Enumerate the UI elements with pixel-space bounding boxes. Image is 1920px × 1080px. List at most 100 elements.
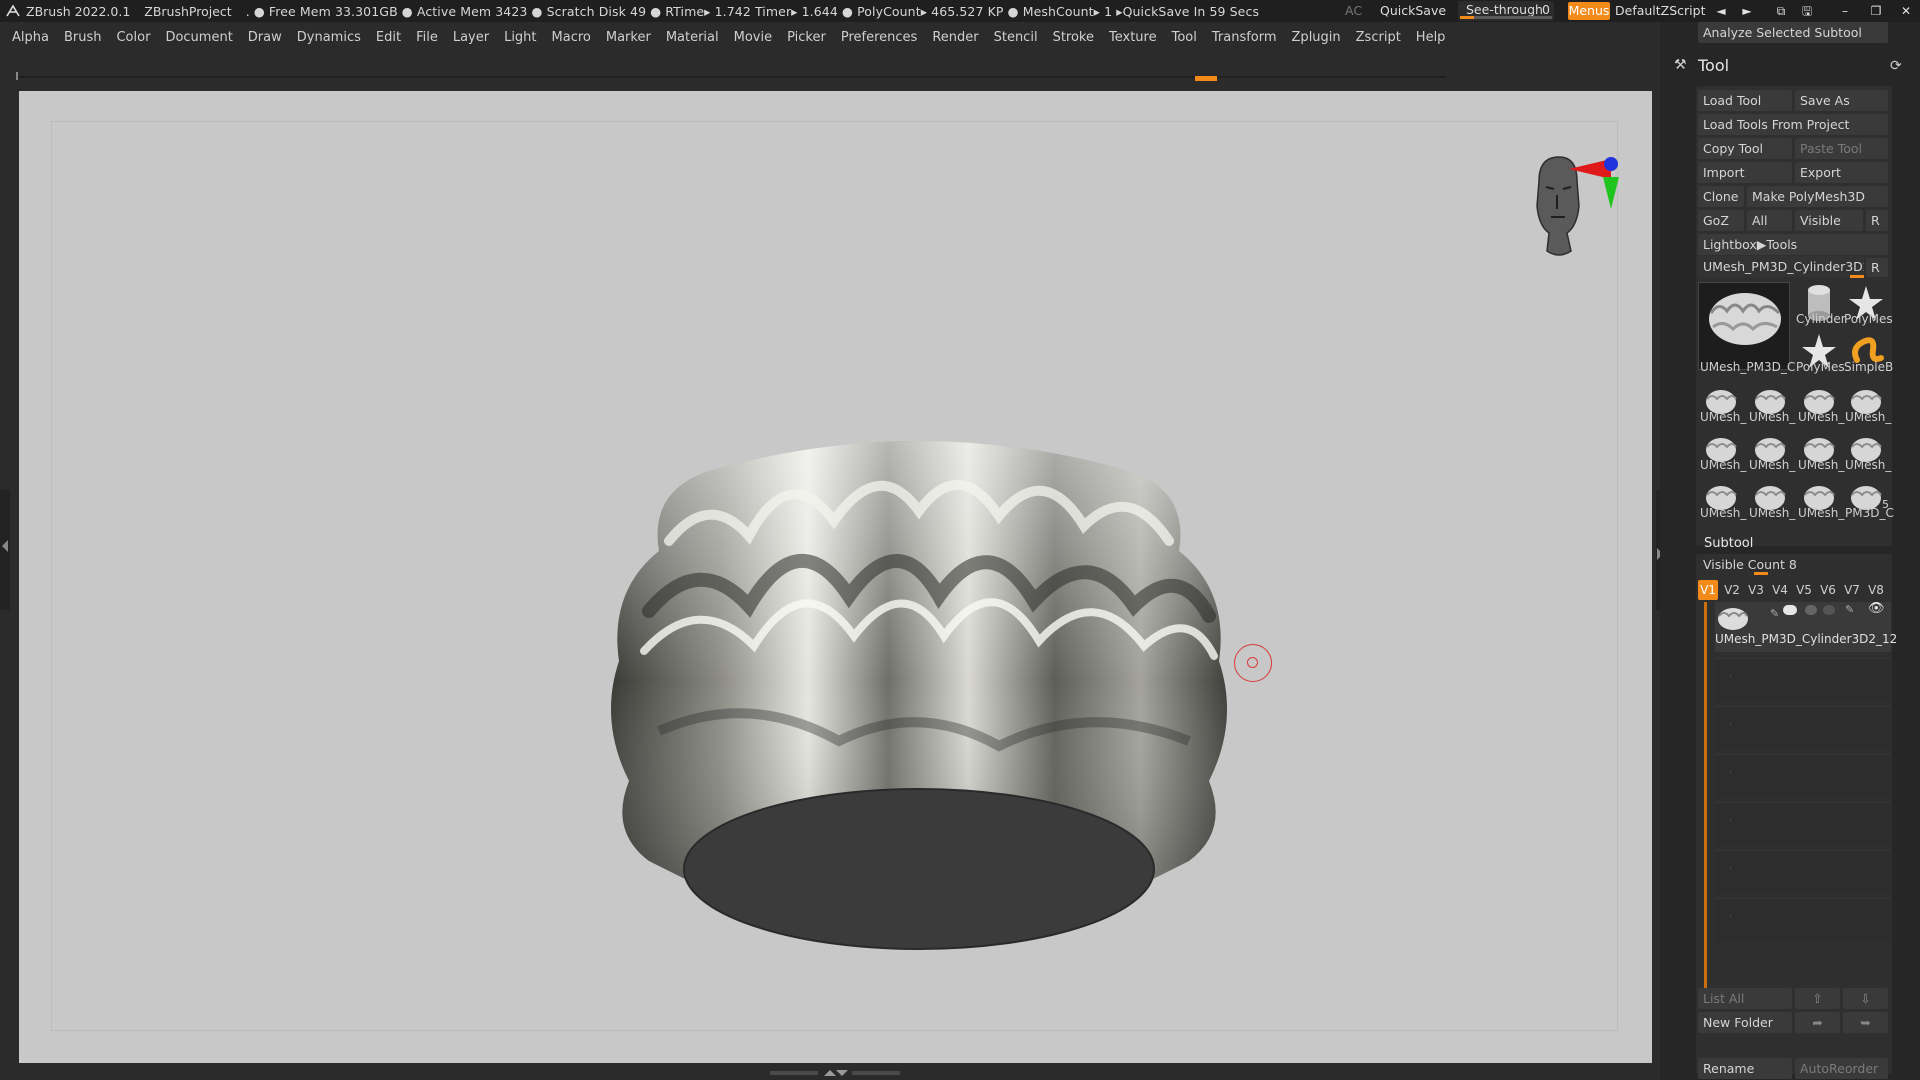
clone-button[interactable]: Clone bbox=[1698, 186, 1744, 207]
menu-movie[interactable]: Movie bbox=[734, 30, 772, 45]
menu-dynamics[interactable]: Dynamics bbox=[297, 30, 361, 45]
rename-button[interactable]: Rename bbox=[1698, 1058, 1792, 1079]
move-down-icon[interactable]: ⇩ bbox=[1843, 988, 1888, 1009]
paste-tool-button[interactable]: Paste Tool bbox=[1795, 138, 1888, 159]
menu-document[interactable]: Document bbox=[165, 30, 232, 45]
menus-toggle-button[interactable]: Menus bbox=[1568, 2, 1610, 20]
menu-help[interactable]: Help bbox=[1416, 30, 1446, 45]
tray-down-arrow-icon[interactable] bbox=[836, 1070, 848, 1076]
menu-preferences[interactable]: Preferences bbox=[841, 30, 917, 45]
lightbox-tools-button[interactable]: Lightbox▶Tools bbox=[1698, 234, 1888, 255]
navigation-gizmo[interactable] bbox=[1519, 151, 1619, 261]
menu-color[interactable]: Color bbox=[116, 30, 150, 45]
menu-picker[interactable]: Picker bbox=[787, 30, 826, 45]
3d-model-mesh[interactable] bbox=[589, 361, 1249, 971]
subtool-item[interactable]: ✎ ✎ 👁 UMesh_PM3D_Cylinder3D2_12 bbox=[1715, 601, 1897, 652]
menu-zplugin[interactable]: Zplugin bbox=[1292, 30, 1341, 45]
version-v6-button[interactable]: V6 bbox=[1818, 580, 1838, 600]
subtool-folder-icon[interactable]: ✎ bbox=[1845, 603, 1854, 616]
refresh-icon[interactable]: ⟳ bbox=[1890, 58, 1902, 74]
tool-label: SimpleB bbox=[1844, 360, 1894, 374]
menu-draw[interactable]: Draw bbox=[248, 30, 282, 45]
see-through-slider[interactable]: See-through 0 bbox=[1458, 1, 1554, 21]
version-v7-button[interactable]: V7 bbox=[1842, 580, 1862, 600]
version-v5-button[interactable]: V5 bbox=[1794, 580, 1814, 600]
subtool-scrollbar[interactable] bbox=[1704, 602, 1707, 1002]
move-up-icon[interactable]: ⇧ bbox=[1795, 988, 1840, 1009]
menu-stroke[interactable]: Stroke bbox=[1053, 30, 1094, 45]
copy-tool-button[interactable]: Copy Tool bbox=[1698, 138, 1792, 159]
load-tools-from-project-button[interactable]: Load Tools From Project bbox=[1698, 114, 1888, 135]
tool-label: UMesh_ bbox=[1700, 458, 1747, 472]
save-layout-icon[interactable]: 🖫 bbox=[1796, 0, 1818, 22]
subtool-toggle-icon[interactable] bbox=[1783, 605, 1797, 615]
goz-all-button[interactable]: All bbox=[1747, 210, 1792, 231]
visible-count-slider[interactable]: Visible Count 8 bbox=[1698, 554, 1888, 575]
subtool-slot: . bbox=[1715, 802, 1891, 846]
menu-file[interactable]: File bbox=[416, 30, 438, 45]
zbrush-logo-icon[interactable] bbox=[3, 1, 23, 21]
menu-transform[interactable]: Transform bbox=[1212, 30, 1277, 45]
menu-render[interactable]: Render bbox=[932, 30, 978, 45]
close-icon[interactable]: ✕ bbox=[1895, 0, 1917, 22]
version-v3-button[interactable]: V3 bbox=[1746, 580, 1766, 600]
arrow-right-down-icon[interactable]: ➥ bbox=[1843, 1012, 1888, 1033]
active-tool-thumbnail[interactable] bbox=[1698, 282, 1790, 370]
subtool-title[interactable]: Subtool bbox=[1704, 536, 1753, 551]
menu-tool[interactable]: Tool bbox=[1172, 30, 1197, 45]
menu-material[interactable]: Material bbox=[666, 30, 719, 45]
new-folder-button[interactable]: New Folder bbox=[1698, 1012, 1792, 1033]
version-v1-button[interactable]: V1 bbox=[1698, 580, 1718, 600]
save-as-button[interactable]: Save As bbox=[1795, 90, 1888, 111]
list-all-button[interactable]: List All bbox=[1698, 988, 1792, 1009]
arrow-right-up-icon[interactable]: ➦ bbox=[1795, 1012, 1840, 1033]
subtool-dynamic-icon[interactable] bbox=[1805, 605, 1817, 615]
version-v4-button[interactable]: V4 bbox=[1770, 580, 1790, 600]
subtool-eye-icon[interactable]: 👁 bbox=[1868, 601, 1885, 616]
current-tool-selector[interactable]: UMesh_PM3D_Cylinder3D2_1 bbox=[1698, 256, 1864, 277]
tool-label: UMesh_PM3D_C bbox=[1700, 360, 1796, 374]
left-tray-arrow-icon[interactable] bbox=[2, 540, 8, 552]
menu-texture[interactable]: Texture bbox=[1109, 30, 1157, 45]
layout-left-icon[interactable]: ◄ bbox=[1710, 0, 1732, 22]
autoreorder-button[interactable]: AutoReorder bbox=[1795, 1058, 1888, 1079]
goz-r-button[interactable]: R bbox=[1866, 210, 1888, 231]
menu-layer[interactable]: Layer bbox=[453, 30, 489, 45]
ac-indicator[interactable]: AC bbox=[1345, 3, 1362, 18]
menu-stencil[interactable]: Stencil bbox=[994, 30, 1038, 45]
import-button[interactable]: Import bbox=[1698, 162, 1792, 183]
tool-label: UMesh_ bbox=[1749, 410, 1796, 424]
menu-alpha[interactable]: Alpha bbox=[12, 30, 49, 45]
menu-brush[interactable]: Brush bbox=[64, 30, 102, 45]
project-name[interactable]: ZBrushProject bbox=[144, 4, 231, 19]
maximize-icon[interactable]: ❐ bbox=[1865, 0, 1887, 22]
tool-palette-title[interactable]: Tool bbox=[1698, 56, 1729, 75]
analyze-subtool-button[interactable]: Analyze Selected Subtool bbox=[1698, 22, 1888, 43]
document-canvas[interactable] bbox=[19, 91, 1652, 1063]
default-zscript-button[interactable]: DefaultZScript bbox=[1615, 3, 1706, 18]
export-button[interactable]: Export bbox=[1795, 162, 1888, 183]
restore-layout-icon[interactable]: ⧉ bbox=[1770, 0, 1792, 22]
version-v8-button[interactable]: V8 bbox=[1866, 580, 1886, 600]
menu-zscript[interactable]: Zscript bbox=[1356, 30, 1401, 45]
layout-right-icon[interactable]: ► bbox=[1736, 0, 1758, 22]
subtool-thumbnail-icon bbox=[1718, 608, 1748, 630]
version-v2-button[interactable]: V2 bbox=[1722, 580, 1742, 600]
menu-marker[interactable]: Marker bbox=[606, 30, 651, 45]
menu-macro[interactable]: Macro bbox=[552, 30, 591, 45]
goz-visible-button[interactable]: Visible bbox=[1795, 210, 1863, 231]
load-tool-button[interactable]: Load Tool bbox=[1698, 90, 1792, 111]
goz-button[interactable]: GoZ bbox=[1698, 210, 1744, 231]
shelf-marker[interactable] bbox=[1195, 76, 1217, 81]
subtool-brush-icon[interactable]: ✎ bbox=[1770, 607, 1779, 620]
make-polymesh3d-button[interactable]: Make PolyMesh3D bbox=[1747, 186, 1888, 207]
menu-light[interactable]: Light bbox=[504, 30, 536, 45]
tool-label: UMesh_ bbox=[1845, 410, 1892, 424]
menu-edit[interactable]: Edit bbox=[376, 30, 401, 45]
current-tool-r-button[interactable]: R bbox=[1866, 258, 1888, 277]
bottom-tray-handle[interactable] bbox=[770, 1068, 900, 1078]
minimize-icon[interactable]: – bbox=[1834, 0, 1856, 22]
tray-up-arrow-icon[interactable] bbox=[824, 1070, 836, 1076]
quicksave-button[interactable]: QuickSave bbox=[1380, 3, 1446, 18]
subtool-polypaint-icon[interactable] bbox=[1823, 605, 1835, 615]
